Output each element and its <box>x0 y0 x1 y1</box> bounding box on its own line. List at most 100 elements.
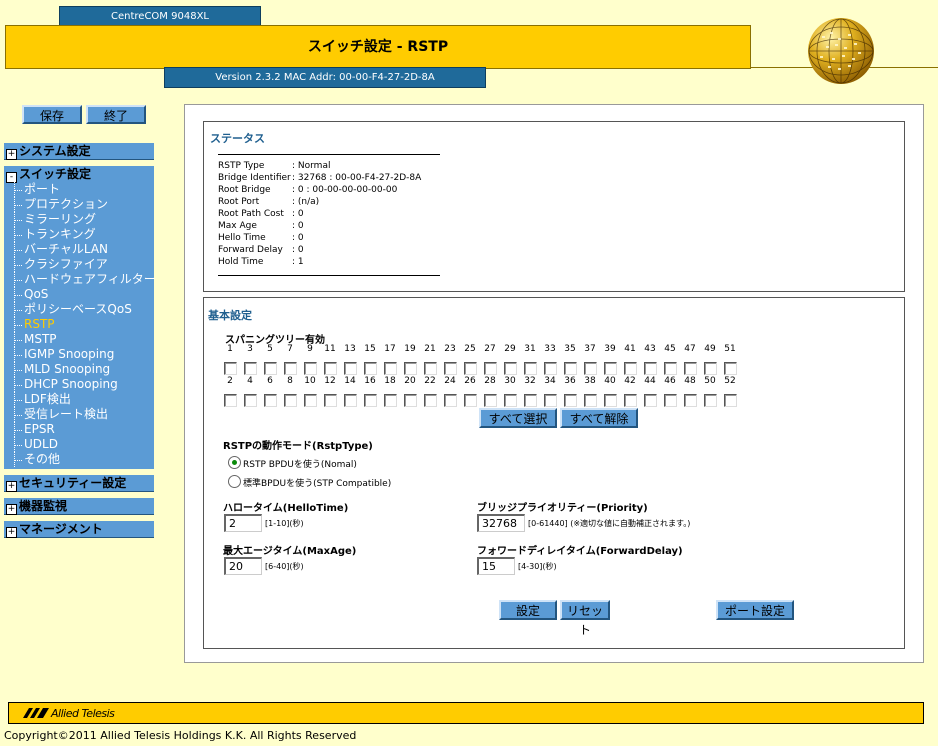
port-34-checkbox[interactable] <box>544 394 557 407</box>
port-5-checkbox[interactable] <box>264 362 277 375</box>
port-8-checkbox[interactable] <box>284 394 297 407</box>
menu-monitor-label: 機器監視 <box>19 499 68 513</box>
port-14-checkbox[interactable] <box>344 394 357 407</box>
mode-stp-radio[interactable] <box>228 475 241 488</box>
port-13-checkbox[interactable] <box>344 362 357 375</box>
port-12-checkbox[interactable] <box>324 394 337 407</box>
menu-management[interactable]: + マネージメント <box>4 521 154 538</box>
port-52-checkbox[interactable] <box>724 394 737 407</box>
sidebar-item-4[interactable]: バーチャルLAN <box>4 242 154 257</box>
select-all-button[interactable]: すべて選択 <box>479 408 557 428</box>
port-29-checkbox[interactable] <box>504 362 517 375</box>
port-46-checkbox[interactable] <box>664 394 677 407</box>
port-1-checkbox[interactable] <box>224 362 237 375</box>
port-11-checkbox[interactable] <box>324 362 337 375</box>
port-30-checkbox[interactable] <box>504 394 517 407</box>
sidebar-item-17[interactable]: UDLD <box>4 437 154 452</box>
port-18-checkbox[interactable] <box>384 394 397 407</box>
status-label: Forward Delay <box>218 245 283 255</box>
max-age-input[interactable] <box>224 557 262 575</box>
mode-normal-radio[interactable] <box>228 456 241 469</box>
sidebar-item-label: QoS <box>24 287 49 301</box>
port-45-checkbox[interactable] <box>664 362 677 375</box>
sidebar-item-15[interactable]: 受信レート検出 <box>4 407 154 422</box>
port-31-checkbox[interactable] <box>524 362 537 375</box>
port-39-checkbox[interactable] <box>604 362 617 375</box>
port-21-checkbox[interactable] <box>424 362 437 375</box>
deselect-all-button[interactable]: すべて解除 <box>560 408 638 428</box>
port-2-checkbox[interactable] <box>224 394 237 407</box>
menu-switch-label: スイッチ設定 <box>19 167 92 181</box>
mode-normal-label: RSTP BPDUを使う(Nomal) <box>243 460 357 470</box>
port-15-checkbox[interactable] <box>364 362 377 375</box>
exit-button[interactable]: 終了 <box>86 105 146 124</box>
sidebar-item-11[interactable]: IGMP Snooping <box>4 347 154 362</box>
menu-monitor[interactable]: + 機器監視 <box>4 498 154 515</box>
port-24-checkbox[interactable] <box>444 394 457 407</box>
sidebar-item-9[interactable]: RSTP <box>4 317 154 332</box>
apply-button[interactable]: 設定 <box>499 600 557 620</box>
port-44-checkbox[interactable] <box>644 394 657 407</box>
port-38-checkbox[interactable] <box>584 394 597 407</box>
port-number: 3 <box>247 344 253 354</box>
port-37-checkbox[interactable] <box>584 362 597 375</box>
hello-time-input[interactable] <box>224 514 262 532</box>
port-19-checkbox[interactable] <box>404 362 417 375</box>
sidebar-item-8[interactable]: ポリシーベースQoS <box>4 302 154 317</box>
port-50-checkbox[interactable] <box>704 394 717 407</box>
port-16-checkbox[interactable] <box>364 394 377 407</box>
basic-title: 基本設定 <box>208 309 252 322</box>
sidebar-item-3[interactable]: トランキング <box>4 227 154 242</box>
sidebar-item-10[interactable]: MSTP <box>4 332 154 347</box>
reset-button[interactable]: リセット <box>560 600 610 637</box>
port-20-checkbox[interactable] <box>404 394 417 407</box>
forward-delay-input[interactable] <box>477 557 515 575</box>
port-10-checkbox[interactable] <box>304 394 317 407</box>
port-47-checkbox[interactable] <box>684 362 697 375</box>
port-36-checkbox[interactable] <box>564 394 577 407</box>
port-33-checkbox[interactable] <box>544 362 557 375</box>
port-43-checkbox[interactable] <box>644 362 657 375</box>
status-row: RSTP Type: Normal <box>218 160 330 172</box>
port-35-checkbox[interactable] <box>564 362 577 375</box>
sidebar-item-16[interactable]: EPSR <box>4 422 154 437</box>
port-settings-button[interactable]: ポート設定 <box>716 600 794 620</box>
port-40-checkbox[interactable] <box>604 394 617 407</box>
sidebar-item-0[interactable]: ポート <box>4 182 154 197</box>
port-41-checkbox[interactable] <box>624 362 637 375</box>
port-9-checkbox[interactable] <box>304 362 317 375</box>
port-number: 4 <box>247 376 253 386</box>
port-3-checkbox[interactable] <box>244 362 257 375</box>
priority-input[interactable] <box>477 514 525 532</box>
menu-security[interactable]: + セキュリティー設定 <box>4 475 154 492</box>
port-25-checkbox[interactable] <box>464 362 477 375</box>
save-button[interactable]: 保存 <box>22 105 82 124</box>
port-49-checkbox[interactable] <box>704 362 717 375</box>
menu-switch[interactable]: - スイッチ設定 <box>4 166 154 183</box>
port-17-checkbox[interactable] <box>384 362 397 375</box>
sidebar-item-12[interactable]: MLD Snooping <box>4 362 154 377</box>
port-23-checkbox[interactable] <box>444 362 457 375</box>
port-32-checkbox[interactable] <box>524 394 537 407</box>
port-27-checkbox[interactable] <box>484 362 497 375</box>
sidebar-item-14[interactable]: LDF検出 <box>4 392 154 407</box>
sidebar-item-7[interactable]: QoS <box>4 287 154 302</box>
sidebar-item-18[interactable]: その他 <box>4 452 154 467</box>
port-22-checkbox[interactable] <box>424 394 437 407</box>
port-28-checkbox[interactable] <box>484 394 497 407</box>
port-7-checkbox[interactable] <box>284 362 297 375</box>
sidebar-item-5[interactable]: クラシファイア <box>4 257 154 272</box>
port-42-checkbox[interactable] <box>624 394 637 407</box>
port-4-checkbox[interactable] <box>244 394 257 407</box>
port-6-checkbox[interactable] <box>264 394 277 407</box>
sidebar-item-13[interactable]: DHCP Snooping <box>4 377 154 392</box>
port-51-checkbox[interactable] <box>724 362 737 375</box>
status-row: Forward Delay: 0 <box>218 244 304 256</box>
port-26-checkbox[interactable] <box>464 394 477 407</box>
sidebar-item-1[interactable]: プロテクション <box>4 197 154 212</box>
port-48-checkbox[interactable] <box>684 394 697 407</box>
sidebar-item-label: ポート <box>24 182 61 196</box>
sidebar-item-6[interactable]: ハードウェアフィルター <box>4 272 156 287</box>
sidebar-item-2[interactable]: ミラーリング <box>4 212 154 227</box>
menu-system[interactable]: + システム設定 <box>4 143 154 160</box>
